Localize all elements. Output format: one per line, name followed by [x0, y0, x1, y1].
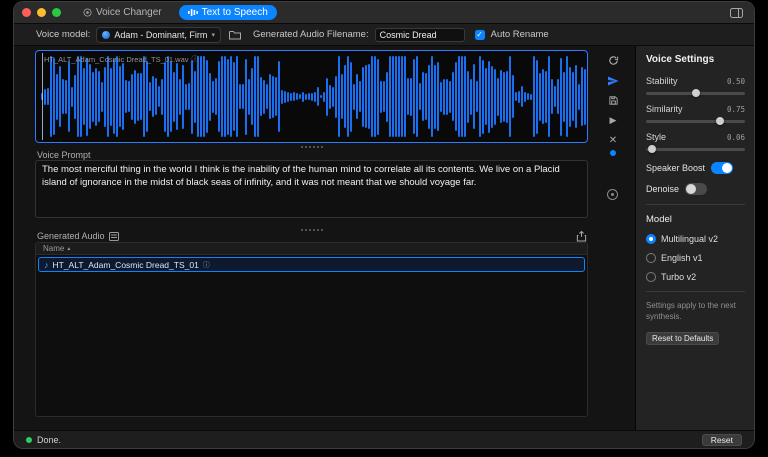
- radio-icon[interactable]: [646, 272, 656, 282]
- zoom-window-button[interactable]: [52, 8, 61, 17]
- main-panel: HT_ALT_Adam_Cosmic Dread_TS_01.wav ⓘ ▶ ✕…: [14, 46, 635, 430]
- audio-note-icon: ♪: [44, 259, 49, 270]
- model-option-multilingual-v2[interactable]: Multilingual v2: [646, 234, 745, 244]
- voice-model-dropdown[interactable]: Adam - Dominant, Firm ▾: [96, 26, 221, 43]
- filename-input[interactable]: [374, 27, 465, 42]
- reset-to-defaults-button[interactable]: Reset to Defaults: [646, 331, 720, 345]
- name-column-header: Name: [43, 244, 65, 253]
- splitter-handle[interactable]: [35, 145, 588, 149]
- auto-rename-label: Auto Rename: [490, 29, 549, 40]
- reset-button[interactable]: Reset: [701, 433, 742, 446]
- voice-prompt-box: The most merciful thing in the world I t…: [35, 160, 588, 218]
- slider-thumb[interactable]: [716, 117, 725, 125]
- audio-row-name: HT_ALT_Adam_Cosmic Dread_TS_01: [52, 259, 199, 270]
- voice-settings-title: Voice Settings: [646, 54, 715, 65]
- radio-icon[interactable]: [646, 253, 656, 263]
- generated-audio-header: Generated Audio: [37, 231, 120, 241]
- radio-icon[interactable]: [646, 234, 656, 244]
- denoise-toggle[interactable]: [685, 183, 708, 195]
- chevron-down-icon: ▾: [211, 31, 215, 39]
- similarity-slider[interactable]: [646, 117, 745, 125]
- folder-icon[interactable]: [227, 27, 243, 43]
- filename-label: Generated Audio Filename:: [252, 29, 369, 40]
- list-item[interactable]: ♪ HT_ALT_Adam_Cosmic Dread_TS_01 ⓘ: [38, 257, 585, 272]
- similarity-label: Similarity: [646, 104, 683, 114]
- speaker-boost-toggle[interactable]: [711, 162, 734, 174]
- status-text: Done.: [37, 434, 62, 445]
- info-icon[interactable]: ⓘ: [192, 54, 199, 64]
- info-icon[interactable]: ⓘ: [203, 260, 210, 270]
- tab-text-to-speech[interactable]: Text to Speech: [178, 5, 277, 20]
- auto-rename-checkbox[interactable]: ✓: [474, 29, 485, 40]
- toolbar: Voice model: Adam - Dominant, Firm ▾ Gen…: [14, 24, 754, 46]
- divider: [646, 204, 745, 205]
- stability-label: Stability: [646, 76, 678, 86]
- statusbar: Done. Reset: [14, 430, 754, 448]
- crosshair-button[interactable]: [607, 189, 618, 200]
- tab-voice-changer[interactable]: Voice Changer: [73, 5, 171, 20]
- send-icon[interactable]: [606, 74, 620, 87]
- style-value: 0.06: [726, 133, 745, 142]
- traffic-lights: [22, 8, 61, 17]
- voice-prompt-input[interactable]: The most merciful thing in the world I t…: [36, 161, 587, 217]
- app-window: Voice Changer Text to Speech Voice model…: [14, 2, 754, 448]
- model-section-label: Model: [646, 214, 672, 225]
- status-dot-icon: [26, 436, 32, 443]
- speaker-boost-label: Speaker Boost: [646, 163, 706, 173]
- voice-avatar-icon: [102, 30, 111, 39]
- generated-audio-list: Name ▲ ♪ HT_ALT_Adam_Cosmic Dread_TS_01 …: [35, 242, 588, 417]
- slider-thumb[interactable]: [691, 89, 700, 97]
- sort-asc-icon: ▲: [66, 245, 72, 252]
- slider-thumb[interactable]: [647, 145, 656, 153]
- waveform-filename: HT_ALT_Adam_Cosmic Dread_TS_01.wav ⓘ: [44, 54, 199, 64]
- voice-prompt-label: Voice Prompt: [37, 150, 91, 160]
- waveform-panel[interactable]: HT_ALT_Adam_Cosmic Dread_TS_01.wav ⓘ: [35, 50, 588, 143]
- toggle-sidebar-icon[interactable]: [728, 5, 744, 21]
- titlebar: Voice Changer Text to Speech: [14, 2, 754, 24]
- generated-audio-label: Generated Audio: [37, 231, 105, 241]
- record-indicator-dot: [610, 150, 616, 156]
- list-icon[interactable]: [109, 231, 120, 241]
- voice-changer-icon: [82, 8, 92, 18]
- similarity-value: 0.75: [726, 105, 745, 114]
- refresh-icon[interactable]: [606, 54, 620, 67]
- denoise-label: Denoise: [646, 184, 680, 194]
- stability-value: 0.50: [726, 77, 745, 86]
- settings-note: Settings apply to the next synthesis.: [646, 301, 736, 321]
- minimize-window-button[interactable]: [37, 8, 46, 17]
- playhead[interactable]: [42, 53, 43, 140]
- model-option-turbo-v2[interactable]: Turbo v2: [646, 272, 745, 282]
- stability-slider[interactable]: [646, 89, 745, 97]
- action-rail: ▶ ✕: [605, 54, 621, 147]
- tab-voice-changer-label: Voice Changer: [96, 7, 162, 18]
- voice-settings-sidebar: Voice Settings Stability 0.50 Similarity…: [635, 46, 754, 430]
- play-icon[interactable]: ▶: [606, 114, 620, 127]
- close-icon[interactable]: ✕: [606, 134, 620, 147]
- divider: [646, 291, 745, 292]
- save-icon[interactable]: [606, 94, 620, 107]
- waveform[interactable]: [36, 51, 587, 142]
- voice-model-label: Voice model:: [36, 29, 91, 40]
- voice-model-value: Adam - Dominant, Firm: [114, 29, 208, 40]
- close-window-button[interactable]: [22, 8, 31, 17]
- tab-text-to-speech-label: Text to Speech: [201, 7, 268, 18]
- style-slider[interactable]: [646, 145, 745, 153]
- model-option-english-v1[interactable]: English v1: [646, 253, 745, 263]
- list-header[interactable]: Name ▲: [36, 243, 587, 255]
- style-label: Style: [646, 132, 667, 142]
- text-to-speech-icon: [187, 8, 198, 18]
